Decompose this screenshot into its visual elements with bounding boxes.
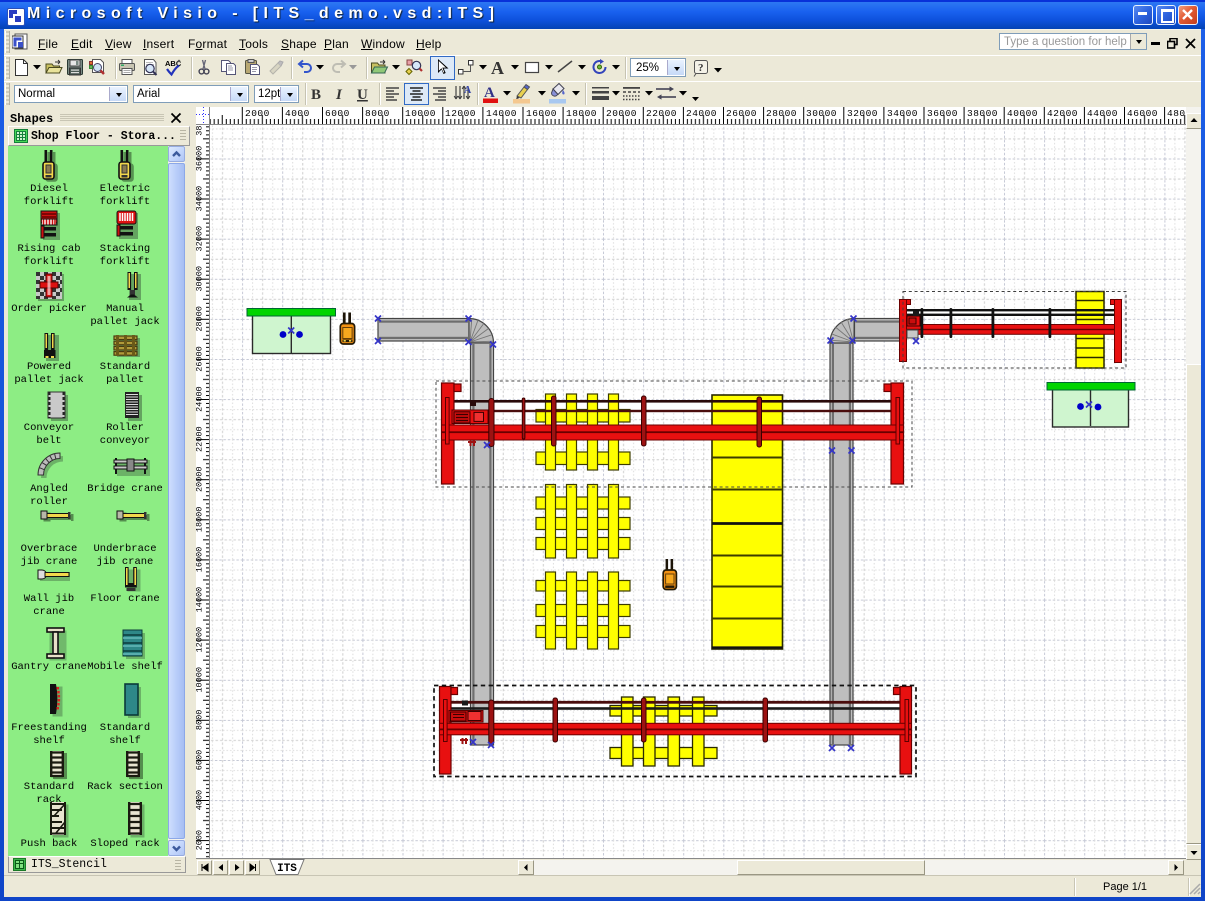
svg-text:18000: 18000 xyxy=(196,507,205,533)
svg-text:34000: 34000 xyxy=(887,108,918,119)
svg-text:38000: 38000 xyxy=(196,125,205,136)
svg-text:8000: 8000 xyxy=(196,710,205,730)
svg-text:6000: 6000 xyxy=(196,750,205,770)
svg-text:26000: 26000 xyxy=(196,346,205,372)
svg-text:36000: 36000 xyxy=(927,108,958,119)
svg-text:24000: 24000 xyxy=(196,386,205,412)
svg-text:46000: 46000 xyxy=(1127,108,1158,119)
svg-text:20000: 20000 xyxy=(606,108,637,119)
svg-text:24000: 24000 xyxy=(686,108,717,119)
svg-text:32000: 32000 xyxy=(196,226,205,252)
svg-text:36000: 36000 xyxy=(196,146,205,172)
svg-text:10000: 10000 xyxy=(196,667,205,693)
svg-text:30000: 30000 xyxy=(806,108,837,119)
svg-text:4000: 4000 xyxy=(196,790,205,810)
svg-text:12000: 12000 xyxy=(445,108,476,119)
svg-text:16000: 16000 xyxy=(196,547,205,573)
svg-text:12000: 12000 xyxy=(196,627,205,653)
svg-text:B: B xyxy=(311,87,321,103)
svg-text:28000: 28000 xyxy=(766,108,797,119)
svg-text:44000: 44000 xyxy=(1087,108,1118,119)
svg-text:U: U xyxy=(357,87,368,103)
svg-text:?: ? xyxy=(698,62,704,74)
svg-text:34000: 34000 xyxy=(196,186,205,212)
svg-text:A: A xyxy=(464,85,472,96)
svg-text:14000: 14000 xyxy=(486,108,517,119)
svg-text:A: A xyxy=(491,58,504,78)
svg-text:10000: 10000 xyxy=(405,108,436,119)
svg-text:4000: 4000 xyxy=(285,108,310,119)
svg-text:14000: 14000 xyxy=(196,587,205,613)
svg-text:8000: 8000 xyxy=(365,108,390,119)
svg-text:38000: 38000 xyxy=(967,108,998,119)
svg-text:20000: 20000 xyxy=(196,467,205,493)
svg-text:18000: 18000 xyxy=(566,108,597,119)
svg-text:16000: 16000 xyxy=(526,108,557,119)
svg-text:22000: 22000 xyxy=(646,108,677,119)
svg-text:2000: 2000 xyxy=(245,108,270,119)
svg-text:40000: 40000 xyxy=(1007,108,1038,119)
svg-text:26000: 26000 xyxy=(726,108,757,119)
svg-text:2000: 2000 xyxy=(196,830,205,850)
svg-text:4800: 4800 xyxy=(1167,108,1186,119)
svg-text:22000: 22000 xyxy=(196,426,205,452)
svg-text:I: I xyxy=(335,87,343,103)
svg-text:30000: 30000 xyxy=(196,266,205,292)
svg-text:42000: 42000 xyxy=(1047,108,1078,119)
svg-text:ITS: ITS xyxy=(277,863,297,875)
svg-text:28000: 28000 xyxy=(196,306,205,332)
svg-text:32000: 32000 xyxy=(847,108,878,119)
svg-text:6000: 6000 xyxy=(325,108,350,119)
